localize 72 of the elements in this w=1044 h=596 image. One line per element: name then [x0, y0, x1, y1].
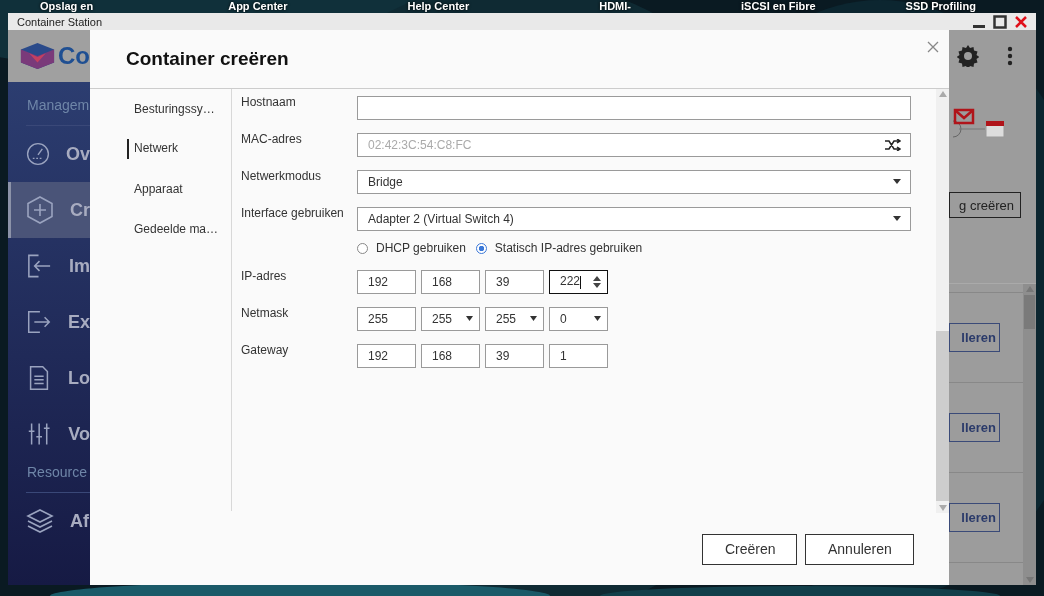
- field-label: Gateway: [241, 342, 290, 357]
- desktop-icon-label[interactable]: iSCSI en Fibre: [741, 0, 816, 13]
- close-icon[interactable]: [1014, 14, 1028, 29]
- octet-input[interactable]: 222: [549, 269, 608, 294]
- field-label: Netwerkmodus: [241, 168, 323, 183]
- octet-input[interactable]: 39: [485, 343, 544, 368]
- octet-input[interactable]: 192: [357, 269, 416, 294]
- octet-input[interactable]: 1: [549, 343, 608, 368]
- octet-dropdown[interactable]: 255: [485, 306, 544, 331]
- octet-input[interactable]: 255: [357, 306, 416, 331]
- sidebar-item[interactable]: Lo: [8, 350, 90, 406]
- dialog-nav-item[interactable]: Gedeelde ma…: [90, 215, 231, 255]
- caret-icon: [530, 316, 537, 321]
- dialog-nav-item[interactable]: Besturingssy…: [90, 95, 231, 135]
- dialog-button[interactable]: Annuleren: [805, 533, 914, 565]
- dialog-nav-item[interactable]: Apparaat: [90, 175, 231, 215]
- settings-icon[interactable]: [957, 45, 979, 67]
- octet-dropdown[interactable]: 0: [549, 306, 608, 331]
- create-button[interactable]: g creëren: [949, 192, 1021, 218]
- install-button[interactable]: lleren: [949, 323, 1000, 352]
- more-icon[interactable]: [1007, 46, 1013, 66]
- maximize-icon[interactable]: [993, 14, 1007, 29]
- install-button[interactable]: lleren: [949, 503, 1000, 532]
- sidebar-item[interactable]: Ov: [8, 126, 90, 182]
- shuffle-icon[interactable]: [885, 138, 901, 151]
- field-label: Netmask: [241, 305, 290, 320]
- caret-icon: [893, 179, 901, 184]
- radio-option[interactable]: Statisch IP-adres gebruiken: [475, 241, 643, 255]
- spinner-icon[interactable]: [593, 275, 601, 288]
- dropdown[interactable]: Bridge: [357, 169, 911, 194]
- sidebar-item[interactable]: Ex: [8, 294, 90, 350]
- desktop-icon-label[interactable]: Opslag en: [40, 0, 94, 13]
- scroll-thumb[interactable]: [1024, 295, 1035, 329]
- plus-hexagon-icon: [25, 195, 55, 225]
- caret-icon: [594, 316, 601, 321]
- sidebar-item[interactable]: Vo: [8, 406, 90, 462]
- dropdown[interactable]: Adapter 2 (Virtual Switch 4): [357, 206, 911, 231]
- field-label: MAC-adres: [241, 131, 303, 146]
- install-button[interactable]: lleren: [949, 413, 1000, 442]
- hostname-input[interactable]: [357, 95, 911, 120]
- dialog-button[interactable]: Creëren: [702, 533, 797, 565]
- scroll-thumb[interactable]: [936, 331, 949, 501]
- dialog-title: Container creëren: [126, 48, 289, 70]
- octet-input[interactable]: 168: [421, 269, 480, 294]
- scroll-down-icon[interactable]: [938, 505, 947, 511]
- sidebar-heading: Resource: [26, 463, 88, 482]
- caret-icon: [893, 216, 901, 221]
- octet-input[interactable]: 39: [485, 269, 544, 294]
- app-title: Co: [58, 42, 90, 70]
- sidebar-item[interactable]: Im: [8, 238, 90, 294]
- scroll-up-icon[interactable]: [938, 91, 947, 97]
- sidebar-heading: Managem: [26, 96, 90, 115]
- radio-option[interactable]: DHCP gebruiken: [357, 241, 466, 255]
- field-label: Hostnaam: [241, 94, 297, 109]
- logo-icon: [20, 41, 55, 71]
- field-label: Interface gebruiken: [241, 205, 345, 220]
- desktop-icon-label[interactable]: SSD Profiling: [905, 0, 976, 13]
- desktop-icon-label[interactable]: Help Center: [407, 0, 470, 13]
- desktop-icon-label[interactable]: HDMI-: [599, 0, 631, 13]
- scrollbar[interactable]: [1023, 284, 1036, 585]
- scrollbar[interactable]: [936, 89, 949, 513]
- desktop-icon-label[interactable]: App Center: [228, 0, 288, 13]
- field-label: IP-adres: [241, 268, 288, 283]
- dialog-nav-item[interactable]: Netwerk: [127, 139, 231, 159]
- sidebar-item[interactable]: Af: [8, 493, 90, 549]
- window-title: Container Station: [17, 15, 102, 28]
- close-icon[interactable]: [927, 41, 939, 53]
- layers-icon: [25, 506, 55, 536]
- caret-icon: [466, 316, 473, 321]
- octet-input[interactable]: 192: [357, 343, 416, 368]
- octet-dropdown[interactable]: 255: [421, 306, 480, 331]
- octet-input[interactable]: 168: [421, 343, 480, 368]
